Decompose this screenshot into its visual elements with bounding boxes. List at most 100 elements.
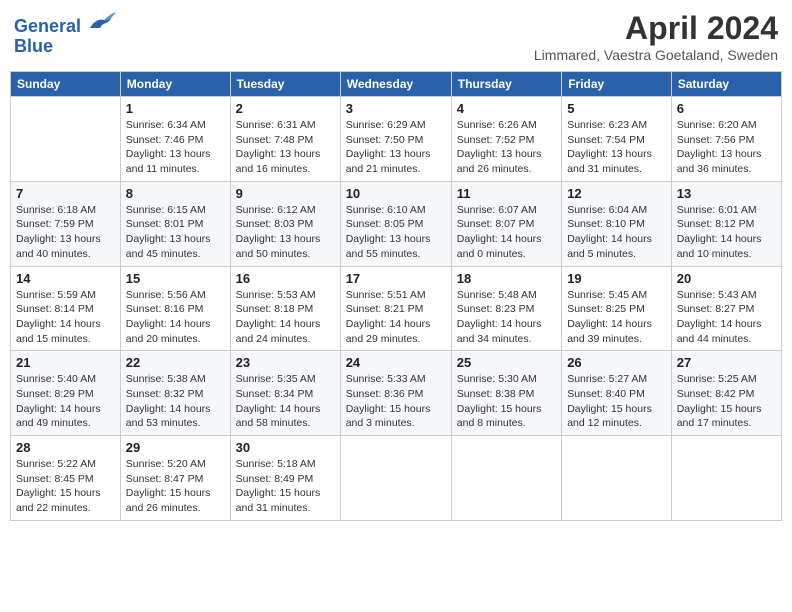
day-header-saturday: Saturday — [671, 72, 781, 97]
day-number: 17 — [346, 271, 446, 286]
calendar-cell: 10 Sunrise: 6:10 AMSunset: 8:05 PMDayligh… — [340, 181, 451, 266]
day-header-friday: Friday — [562, 72, 672, 97]
logo-text: General Blue — [14, 10, 116, 57]
day-info: Sunrise: 5:30 AMSunset: 8:38 PMDaylight:… — [457, 372, 556, 431]
calendar-cell: 28 Sunrise: 5:22 AMSunset: 8:45 PMDayligh… — [11, 436, 121, 521]
day-number: 26 — [567, 355, 666, 370]
calendar-cell: 22Sunrise: 5:38 AMSunset: 8:32 PMDayligh… — [120, 351, 230, 436]
day-info: Sunrise: 5:53 AMSunset: 8:18 PMDaylight:… — [236, 288, 335, 347]
day-header-tuesday: Tuesday — [230, 72, 340, 97]
day-info: Sunrise: 6:18 AMSunset: 7:59 PMDaylight:… — [16, 203, 115, 262]
calendar-cell: 25Sunrise: 5:30 AMSunset: 8:38 PMDayligh… — [451, 351, 561, 436]
calendar-table: SundayMondayTuesdayWednesdayThursdayFrid… — [10, 71, 782, 521]
day-info: Sunrise: 6:34 AMSunset: 7:46 PMDaylight:… — [126, 118, 225, 177]
day-info: Sunrise: 5:56 AMSunset: 8:16 PMDaylight:… — [126, 288, 225, 347]
day-info: Sunrise: 6:10 AMSunset: 8:05 PMDaylight:… — [346, 203, 446, 262]
day-info: Sunrise: 6:12 AMSunset: 8:03 PMDaylight:… — [236, 203, 335, 262]
calendar-cell: 21 Sunrise: 5:40 AMSunset: 8:29 PMDayligh… — [11, 351, 121, 436]
day-info: Sunrise: 5:27 AMSunset: 8:40 PMDaylight:… — [567, 372, 666, 431]
day-info: Sunrise: 5:40 AMSunset: 8:29 PMDaylight:… — [16, 372, 115, 431]
logo-bird-icon — [88, 10, 116, 32]
day-number: 19 — [567, 271, 666, 286]
day-number: 2 — [236, 101, 335, 116]
day-number: 7 — [16, 186, 115, 201]
days-header-row: SundayMondayTuesdayWednesdayThursdayFrid… — [11, 72, 782, 97]
day-info: Sunrise: 5:45 AMSunset: 8:25 PMDaylight:… — [567, 288, 666, 347]
calendar-cell: 3Sunrise: 6:29 AMSunset: 7:50 PMDaylight… — [340, 97, 451, 182]
location: Limmared, Vaestra Goetaland, Sweden — [534, 47, 778, 63]
calendar-cell: 24Sunrise: 5:33 AMSunset: 8:36 PMDayligh… — [340, 351, 451, 436]
calendar-cell: 6 Sunrise: 6:20 AMSunset: 7:56 PMDaylight… — [671, 97, 781, 182]
calendar-cell: 8 Sunrise: 6:15 AMSunset: 8:01 PMDaylight… — [120, 181, 230, 266]
day-info: Sunrise: 6:23 AMSunset: 7:54 PMDaylight:… — [567, 118, 666, 177]
calendar-cell: 11 Sunrise: 6:07 AMSunset: 8:07 PMDayligh… — [451, 181, 561, 266]
calendar-cell: 13 Sunrise: 6:01 AMSunset: 8:12 PMDayligh… — [671, 181, 781, 266]
day-number: 28 — [16, 440, 115, 455]
calendar-cell: 27Sunrise: 5:25 AMSunset: 8:42 PMDayligh… — [671, 351, 781, 436]
day-number: 5 — [567, 101, 666, 116]
calendar-cell: 5 Sunrise: 6:23 AMSunset: 7:54 PMDaylight… — [562, 97, 672, 182]
day-number: 14 — [16, 271, 115, 286]
day-number: 16 — [236, 271, 335, 286]
day-info: Sunrise: 6:01 AMSunset: 8:12 PMDaylight:… — [677, 203, 776, 262]
calendar-cell: 18 Sunrise: 5:48 AMSunset: 8:23 PMDayligh… — [451, 266, 561, 351]
day-info: Sunrise: 5:20 AMSunset: 8:47 PMDaylight:… — [126, 457, 225, 516]
day-header-thursday: Thursday — [451, 72, 561, 97]
calendar-cell: 14 Sunrise: 5:59 AMSunset: 8:14 PMDayligh… — [11, 266, 121, 351]
logo: General Blue — [14, 10, 116, 57]
day-info: Sunrise: 6:20 AMSunset: 7:56 PMDaylight:… — [677, 118, 776, 177]
calendar-cell: 23 Sunrise: 5:35 AMSunset: 8:34 PMDayligh… — [230, 351, 340, 436]
calendar-cell: 7 Sunrise: 6:18 AMSunset: 7:59 PMDaylight… — [11, 181, 121, 266]
day-info: Sunrise: 6:31 AMSunset: 7:48 PMDaylight:… — [236, 118, 335, 177]
day-number: 6 — [677, 101, 776, 116]
day-number: 4 — [457, 101, 556, 116]
calendar-body: 1 Sunrise: 6:34 AMSunset: 7:46 PMDaylight… — [11, 97, 782, 521]
day-header-monday: Monday — [120, 72, 230, 97]
day-number: 20 — [677, 271, 776, 286]
day-info: Sunrise: 6:15 AMSunset: 8:01 PMDaylight:… — [126, 203, 225, 262]
day-number: 13 — [677, 186, 776, 201]
calendar-cell: 26 Sunrise: 5:27 AMSunset: 8:40 PMDayligh… — [562, 351, 672, 436]
day-number: 18 — [457, 271, 556, 286]
day-number: 30 — [236, 440, 335, 455]
day-header-wednesday: Wednesday — [340, 72, 451, 97]
calendar-cell — [340, 436, 451, 521]
day-info: Sunrise: 5:48 AMSunset: 8:23 PMDaylight:… — [457, 288, 556, 347]
day-info: Sunrise: 6:07 AMSunset: 8:07 PMDaylight:… — [457, 203, 556, 262]
calendar-cell: 2 Sunrise: 6:31 AMSunset: 7:48 PMDaylight… — [230, 97, 340, 182]
day-info: Sunrise: 6:29 AMSunset: 7:50 PMDaylight:… — [346, 118, 446, 177]
day-info: Sunrise: 5:18 AMSunset: 8:49 PMDaylight:… — [236, 457, 335, 516]
day-info: Sunrise: 5:51 AMSunset: 8:21 PMDaylight:… — [346, 288, 446, 347]
day-number: 8 — [126, 186, 225, 201]
calendar-cell — [562, 436, 672, 521]
day-number: 21 — [16, 355, 115, 370]
day-info: Sunrise: 5:59 AMSunset: 8:14 PMDaylight:… — [16, 288, 115, 347]
day-number: 1 — [126, 101, 225, 116]
calendar-cell: 9 Sunrise: 6:12 AMSunset: 8:03 PMDaylight… — [230, 181, 340, 266]
week-row-4: 21 Sunrise: 5:40 AMSunset: 8:29 PMDayligh… — [11, 351, 782, 436]
calendar-cell: 19 Sunrise: 5:45 AMSunset: 8:25 PMDayligh… — [562, 266, 672, 351]
day-info: Sunrise: 6:26 AMSunset: 7:52 PMDaylight:… — [457, 118, 556, 177]
day-info: Sunrise: 5:22 AMSunset: 8:45 PMDaylight:… — [16, 457, 115, 516]
day-number: 12 — [567, 186, 666, 201]
month-title: April 2024 — [534, 10, 778, 47]
day-header-sunday: Sunday — [11, 72, 121, 97]
day-number: 9 — [236, 186, 335, 201]
day-number: 29 — [126, 440, 225, 455]
calendar-cell: 17 Sunrise: 5:51 AMSunset: 8:21 PMDayligh… — [340, 266, 451, 351]
calendar-cell: 12 Sunrise: 6:04 AMSunset: 8:10 PMDayligh… — [562, 181, 672, 266]
title-block: April 2024 Limmared, Vaestra Goetaland, … — [534, 10, 778, 63]
calendar-cell — [671, 436, 781, 521]
day-info: Sunrise: 6:04 AMSunset: 8:10 PMDaylight:… — [567, 203, 666, 262]
day-number: 23 — [236, 355, 335, 370]
day-number: 27 — [677, 355, 776, 370]
week-row-3: 14 Sunrise: 5:59 AMSunset: 8:14 PMDayligh… — [11, 266, 782, 351]
day-info: Sunrise: 5:35 AMSunset: 8:34 PMDaylight:… — [236, 372, 335, 431]
day-number: 11 — [457, 186, 556, 201]
calendar-cell: 15Sunrise: 5:56 AMSunset: 8:16 PMDayligh… — [120, 266, 230, 351]
day-info: Sunrise: 5:33 AMSunset: 8:36 PMDaylight:… — [346, 372, 446, 431]
week-row-2: 7 Sunrise: 6:18 AMSunset: 7:59 PMDaylight… — [11, 181, 782, 266]
day-number: 10 — [346, 186, 446, 201]
calendar-cell: 4 Sunrise: 6:26 AMSunset: 7:52 PMDaylight… — [451, 97, 561, 182]
day-number: 22 — [126, 355, 225, 370]
